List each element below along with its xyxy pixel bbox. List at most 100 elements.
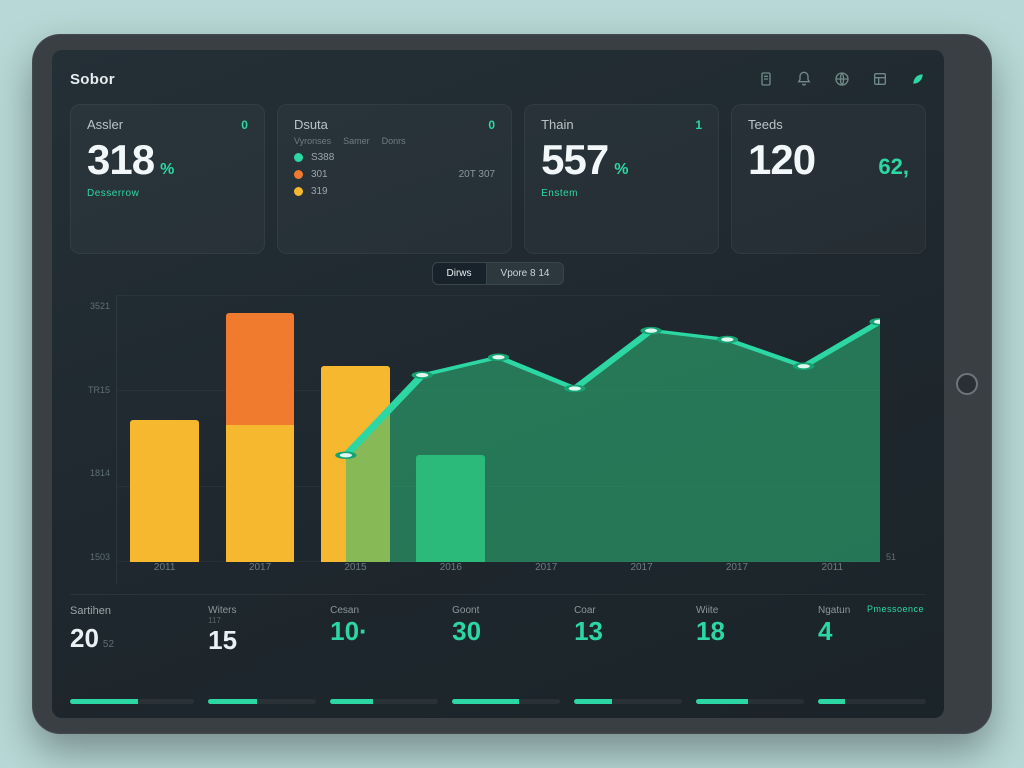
globe-icon[interactable] [834, 71, 850, 87]
chart-range-segmented: Dirws Vpore 8 14 [70, 262, 926, 285]
progress-bar [452, 699, 560, 704]
legend-value: 20T 307 [459, 169, 496, 180]
metric-sub: 117 [208, 616, 316, 625]
app-screen: Sobor Assler 0 318 % Desserrow [52, 50, 944, 718]
y-axis-left: 3521 TR15 1814 1503 [70, 295, 110, 584]
metric-item[interactable]: 20 52 [70, 619, 194, 704]
legend-dot [294, 187, 303, 196]
x-axis: 20112017201520162017201720172011 [117, 562, 880, 584]
segment-option[interactable]: Vpore 8 14 [487, 262, 565, 285]
segment-option[interactable]: Dirws [432, 262, 487, 285]
header-icons [758, 71, 926, 87]
legend-row: S388 [294, 152, 495, 163]
card-subheaders: Vyronses Samer Donrs [294, 136, 495, 146]
card-value: 120 [748, 136, 815, 184]
section-tag: Pmessoence [867, 604, 924, 614]
metric-item[interactable]: Ngatun 4 Pmessoence [818, 605, 926, 704]
legend-dot [294, 170, 303, 179]
card-title: Thain [541, 117, 574, 132]
bottom-section-header: Sartihen 20 52 [70, 605, 194, 704]
sub: Donrs [382, 136, 406, 146]
x-tick: 2017 [499, 562, 594, 584]
bottom-metrics: Sartihen 20 52 Witers 117 15 Cesan [70, 594, 926, 704]
sub: Samer [343, 136, 370, 146]
doc-icon[interactable] [758, 71, 774, 87]
card-extra: 62, [878, 154, 909, 180]
x-tick: 2017 [594, 562, 689, 584]
card-footer: Desserrow [87, 188, 248, 199]
card-thain[interactable]: Thain 1 557 % Enstem [524, 104, 719, 254]
metric-value: 18 [696, 616, 725, 647]
x-tick: 2017 [212, 562, 307, 584]
app-title: Sobor [70, 71, 115, 88]
metric-title: Coar [574, 605, 682, 616]
section-title: Sartihen [70, 605, 111, 617]
progress-bar [696, 699, 804, 704]
legend-label: S388 [311, 152, 334, 163]
metric-title: Cesan [330, 605, 438, 616]
metric-item[interactable]: Wiite 18 [696, 605, 804, 704]
dots-layer [117, 295, 880, 562]
card-value: 557 [541, 136, 608, 184]
card-teeds[interactable]: Teeds 120 62, [731, 104, 926, 254]
x-tick: 2011 [785, 562, 880, 584]
progress-bar [70, 699, 194, 704]
legend-label: 301 [311, 169, 328, 180]
legend-row: 301 20T 307 [294, 169, 495, 180]
legend: S388 301 20T 307 319 [294, 152, 495, 197]
card-title: Assler [87, 117, 123, 132]
metric-value: 15 [208, 625, 237, 656]
card-unit: % [160, 161, 174, 179]
summary-cards: Assler 0 318 % Desserrow Dsuta 0 Vyronse… [70, 104, 926, 254]
card-dsuta[interactable]: Dsuta 0 Vyronses Samer Donrs S388 [277, 104, 512, 254]
ytick: 1503 [70, 552, 110, 562]
metric-item[interactable]: Coar 13 [574, 605, 682, 704]
y-axis-right: 51 [886, 295, 926, 584]
plot-area: 20112017201520162017201720172011 [116, 295, 880, 584]
metric-extra: 52 [103, 639, 114, 650]
metric-value: 13 [574, 616, 603, 647]
x-tick: 2016 [403, 562, 498, 584]
card-title: Teeds [748, 117, 783, 132]
card-assler[interactable]: Assler 0 318 % Desserrow [70, 104, 265, 254]
x-tick: 2017 [689, 562, 784, 584]
card-badge: 1 [695, 118, 702, 132]
ytick: TR15 [70, 385, 110, 395]
progress-bar [208, 699, 316, 704]
legend-row: 319 [294, 186, 495, 197]
ytick: 3521 [70, 301, 110, 311]
x-tick: 2011 [117, 562, 212, 584]
progress-bar [330, 699, 438, 704]
metric-value: 20 [70, 623, 99, 654]
layout-icon[interactable] [872, 71, 888, 87]
metric-item[interactable]: Witers 117 15 [208, 605, 316, 704]
main-chart: 3521 TR15 1814 1503 [70, 295, 926, 584]
metric-value: 30 [452, 616, 481, 647]
leaf-icon[interactable] [910, 71, 926, 87]
metric-title: Wiite [696, 605, 804, 616]
legend-label: 319 [311, 186, 328, 197]
card-badge: 0 [488, 118, 495, 132]
x-tick: 2015 [308, 562, 403, 584]
legend-dot [294, 153, 303, 162]
card-footer: Enstem [541, 188, 702, 199]
progress-bar [818, 699, 926, 704]
metric-item[interactable]: Cesan 10· [330, 605, 438, 704]
tablet-frame: Sobor Assler 0 318 % Desserrow [32, 34, 992, 734]
sub: Vyronses [294, 136, 331, 146]
card-title: Dsuta [294, 117, 328, 132]
metric-value: 4 [818, 616, 832, 647]
card-value: 318 [87, 136, 154, 184]
ytick: 1814 [70, 468, 110, 478]
metric-item[interactable]: Goont 30 [452, 605, 560, 704]
card-unit: % [614, 161, 628, 179]
ytick: 51 [886, 552, 926, 562]
bell-icon[interactable] [796, 71, 812, 87]
tablet-home-button[interactable] [956, 373, 978, 395]
metric-title: Goont [452, 605, 560, 616]
metric-value: 10· [330, 616, 368, 647]
card-badge: 0 [241, 118, 248, 132]
metric-title: Ngatun [818, 605, 850, 616]
metric-title: Witers [208, 605, 316, 616]
header: Sobor [70, 64, 926, 94]
